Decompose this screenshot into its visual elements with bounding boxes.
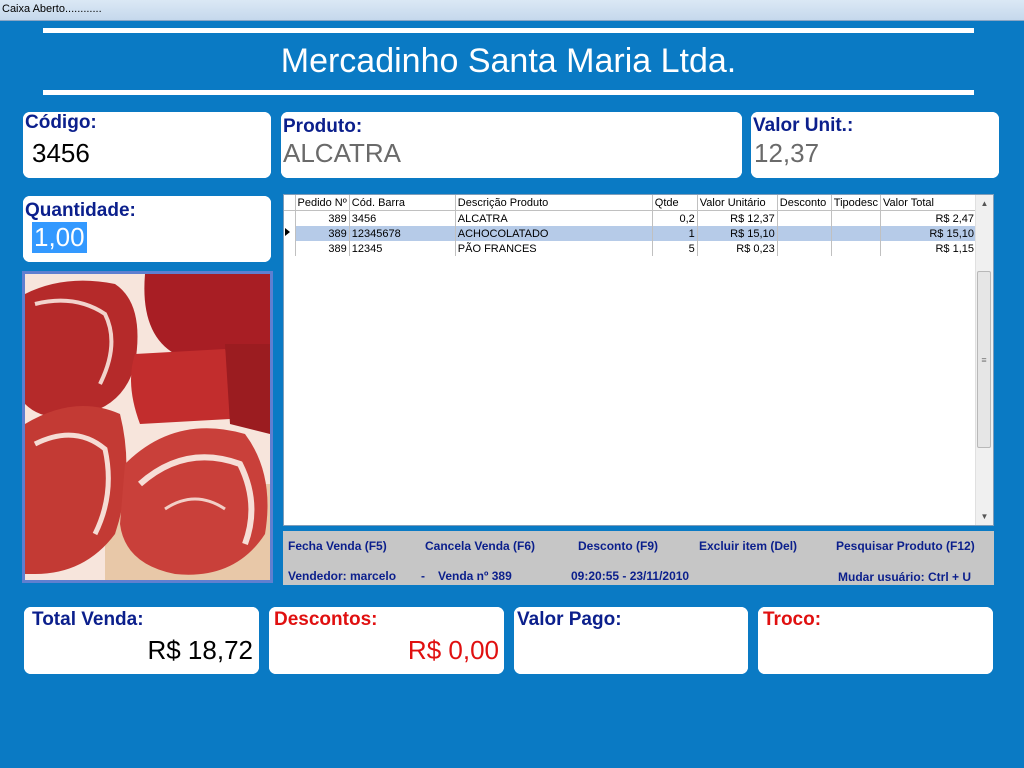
descontos-box: Descontos: R$ 0,00	[269, 607, 504, 674]
row-indicator	[284, 210, 296, 226]
valor-unit-value: 12,37	[754, 138, 820, 168]
cell-cod-barra[interactable]: 12345	[349, 241, 456, 256]
quantidade-input[interactable]: 1,00	[32, 222, 87, 253]
col-header-cod-barra[interactable]: Cód. Barra	[349, 195, 456, 211]
col-header-valor-total[interactable]: Valor Total	[880, 195, 978, 211]
cell-valor-unitario[interactable]: R$ 0,23	[697, 241, 778, 256]
col-header-desconto[interactable]: Desconto	[777, 195, 832, 211]
col-header-tipodesc[interactable]: Tipodesc	[831, 195, 882, 211]
row-pointer-icon	[284, 226, 296, 241]
grid-corner	[284, 195, 296, 211]
cell-pedido[interactable]: 389	[295, 210, 350, 226]
pesquisar-produto-shortcut[interactable]: Pesquisar Produto (F12)	[836, 539, 975, 553]
table-row-selected[interactable]: 389 12345678 ACHOCOLATADO 1 R$ 15,10 R$ …	[284, 226, 978, 241]
mudar-usuario-shortcut[interactable]: Mudar usuário: Ctrl + U	[838, 570, 971, 584]
scroll-thumb[interactable]: ≡	[977, 271, 991, 448]
scroll-down-arrow-icon[interactable]: ▼	[976, 508, 993, 525]
cell-desconto[interactable]	[777, 241, 832, 256]
cell-tipodesc[interactable]	[831, 241, 882, 256]
total-venda-box: Total Venda: R$ 18,72	[24, 607, 259, 674]
cell-valor-total[interactable]: R$ 1,15	[880, 241, 978, 256]
cell-pedido[interactable]: 389	[295, 226, 350, 241]
store-name: Mercadinho Santa Maria Ltda.	[280, 42, 737, 80]
scroll-up-arrow-icon[interactable]: ▲	[976, 195, 993, 212]
cell-qtde[interactable]: 0,2	[652, 210, 698, 226]
descontos-label: Descontos:	[274, 609, 378, 630]
cancela-venda-shortcut[interactable]: Cancela Venda (F6)	[425, 539, 535, 553]
cell-tipodesc[interactable]	[831, 226, 882, 241]
cell-desconto[interactable]	[777, 226, 832, 241]
header-divider-bottom	[43, 90, 974, 95]
row-indicator	[284, 241, 296, 256]
cell-descricao[interactable]: PÃO FRANCES	[455, 241, 653, 256]
col-header-pedido[interactable]: Pedido Nº	[295, 195, 350, 211]
codigo-input[interactable]: 3456	[32, 138, 90, 169]
cell-valor-unitario[interactable]: R$ 15,10	[697, 226, 778, 241]
col-header-qtde[interactable]: Qtde	[652, 195, 698, 211]
cell-cod-barra[interactable]: 12345678	[349, 226, 456, 241]
vendedor-status: Vendedor: marcelo	[288, 569, 397, 583]
cell-valor-total[interactable]: R$ 15,10	[880, 226, 978, 241]
window-title: Caixa Aberto............	[2, 3, 102, 15]
items-grid[interactable]: Pedido Nº Cód. Barra Descrição Produto Q…	[283, 194, 994, 526]
desconto-shortcut[interactable]: Desconto (F9)	[578, 539, 658, 553]
produto-box: Produto: ALCATRA	[281, 112, 742, 178]
total-venda-label: Total Venda:	[32, 609, 144, 630]
valor-pago-box: Valor Pago:	[514, 607, 748, 674]
cell-qtde[interactable]: 5	[652, 241, 698, 256]
cell-valor-total[interactable]: R$ 2,47	[880, 210, 978, 226]
codigo-box: Código: 3456	[23, 112, 271, 178]
cell-valor-unitario[interactable]: R$ 12,37	[697, 210, 778, 226]
col-header-descricao[interactable]: Descrição Produto	[455, 195, 653, 211]
product-image	[22, 271, 273, 583]
table-row[interactable]: 389 3456 ALCATRA 0,2 R$ 12,37 R$ 2,47	[284, 210, 978, 226]
cell-cod-barra[interactable]: 3456	[349, 210, 456, 226]
table-row[interactable]: 389 12345 PÃO FRANCES 5 R$ 0,23 R$ 1,15	[284, 241, 978, 256]
valor-unit-box: Valor Unit.: 12,37	[751, 112, 999, 178]
produto-label: Produto:	[283, 116, 363, 137]
valor-unit-label: Valor Unit.:	[753, 115, 854, 136]
col-header-valor-unitario[interactable]: Valor Unitário	[697, 195, 778, 211]
meat-photo-icon	[25, 274, 270, 580]
shortcut-status-panel: Fecha Venda (F5) Cancela Venda (F6) Desc…	[283, 531, 994, 585]
total-venda-value: R$ 18,72	[147, 635, 253, 665]
header-divider-top	[43, 28, 974, 33]
cell-pedido[interactable]: 389	[295, 241, 350, 256]
quantidade-box: Quantidade: 1,00	[23, 196, 271, 262]
cell-qtde[interactable]: 1	[652, 226, 698, 241]
grid-vertical-scrollbar[interactable]: ▲ ≡ ▼	[975, 195, 993, 525]
troco-label: Troco:	[763, 609, 822, 630]
cell-descricao[interactable]: ALCATRA	[455, 210, 653, 226]
excluir-item-shortcut[interactable]: Excluir item (Del)	[699, 539, 797, 553]
status-separator: -	[421, 569, 425, 583]
quantidade-label: Quantidade:	[25, 200, 136, 221]
descontos-value: R$ 0,00	[407, 635, 499, 665]
cell-descricao[interactable]: ACHOCOLATADO	[455, 226, 653, 241]
troco-box: Troco:	[758, 607, 993, 674]
cell-desconto[interactable]	[777, 210, 832, 226]
venda-number: Venda nº 389	[438, 569, 512, 583]
codigo-label: Código:	[25, 112, 97, 133]
produto-value: ALCATRA	[283, 138, 401, 168]
window-titlebar: Caixa Aberto............	[0, 0, 1024, 21]
valor-pago-label: Valor Pago:	[517, 609, 622, 630]
cell-tipodesc[interactable]	[831, 210, 882, 226]
items-table: Pedido Nº Cód. Barra Descrição Produto Q…	[284, 195, 978, 256]
datetime-status: 09:20:55 - 23/11/2010	[571, 569, 690, 583]
fecha-venda-shortcut[interactable]: Fecha Venda (F5)	[288, 539, 387, 553]
